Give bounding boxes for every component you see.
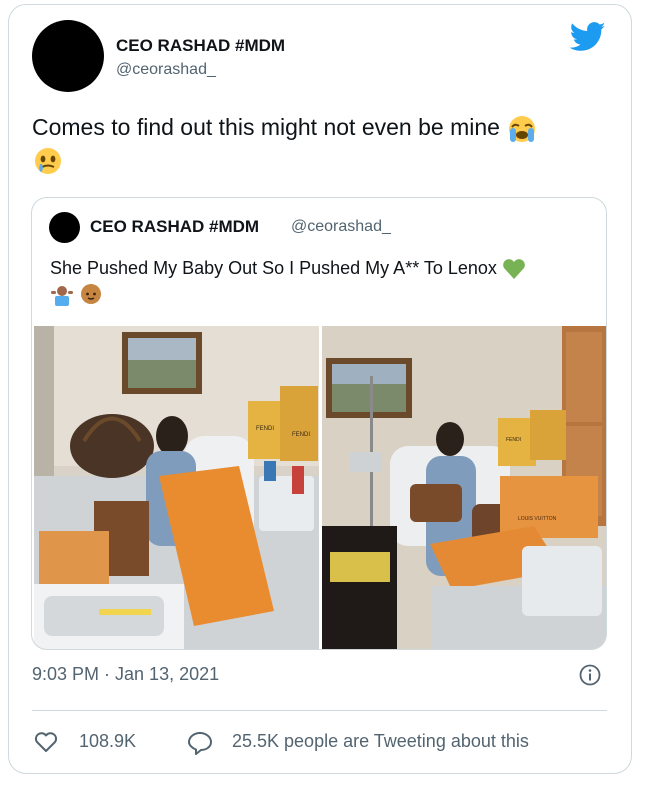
quoted-author-name: CEO RASHAD #MDM <box>90 217 260 236</box>
divider <box>32 710 607 711</box>
author-name[interactable]: CEO RASHAD #MDM <box>116 36 285 56</box>
person-shrugging-icon <box>51 286 73 307</box>
avatar[interactable] <box>32 20 104 92</box>
author-handle[interactable]: @ceorashad_ <box>116 61 216 79</box>
quoted-tweet-text-body: She Pushed My Baby Out So I Pushed My A*… <box>50 258 497 278</box>
quoted-avatar[interactable] <box>49 212 80 243</box>
face-holding-back-tears-icon <box>35 147 61 174</box>
like-count[interactable]: 108.9K <box>79 731 136 752</box>
fendi-label-2: FENDI <box>292 432 310 438</box>
quoted-author-handle: @ceorashad_ <box>291 218 391 235</box>
fendi-label-1: FENDI <box>256 426 274 432</box>
quoted-tweet[interactable]: CEO RASHAD #MDM @ceorashad_ She Pushed M… <box>31 197 607 650</box>
louis-vuitton-label: LOUIS VUITTON <box>518 516 557 522</box>
heart-icon[interactable] <box>34 731 58 753</box>
hospital-photo-left[interactable]: FENDI FENDI <box>34 326 319 650</box>
tweeting-about-count[interactable]: 25.5K people are Tweeting about this <box>232 731 529 752</box>
hospital-photo-right[interactable]: FENDI LOUIS VUITTON <box>322 326 606 650</box>
reply-bubble-icon[interactable] <box>187 731 213 755</box>
tweet-timestamp[interactable]: 9:03 PM · Jan 13, 2021 <box>32 664 219 685</box>
fendi-label-3: FENDI <box>506 437 521 443</box>
info-icon[interactable] <box>579 664 601 686</box>
green-heart-icon <box>503 259 525 280</box>
loudly-crying-face-icon <box>509 115 536 142</box>
tweet-text: Comes to find out this might not even be… <box>32 112 614 177</box>
tweet-text-body: Comes to find out this might not even be… <box>32 114 500 140</box>
quoted-tweet-text: She Pushed My Baby Out So I Pushed My A*… <box>50 256 600 307</box>
baby-icon <box>81 284 102 305</box>
twitter-bird-icon[interactable] <box>570 22 606 52</box>
